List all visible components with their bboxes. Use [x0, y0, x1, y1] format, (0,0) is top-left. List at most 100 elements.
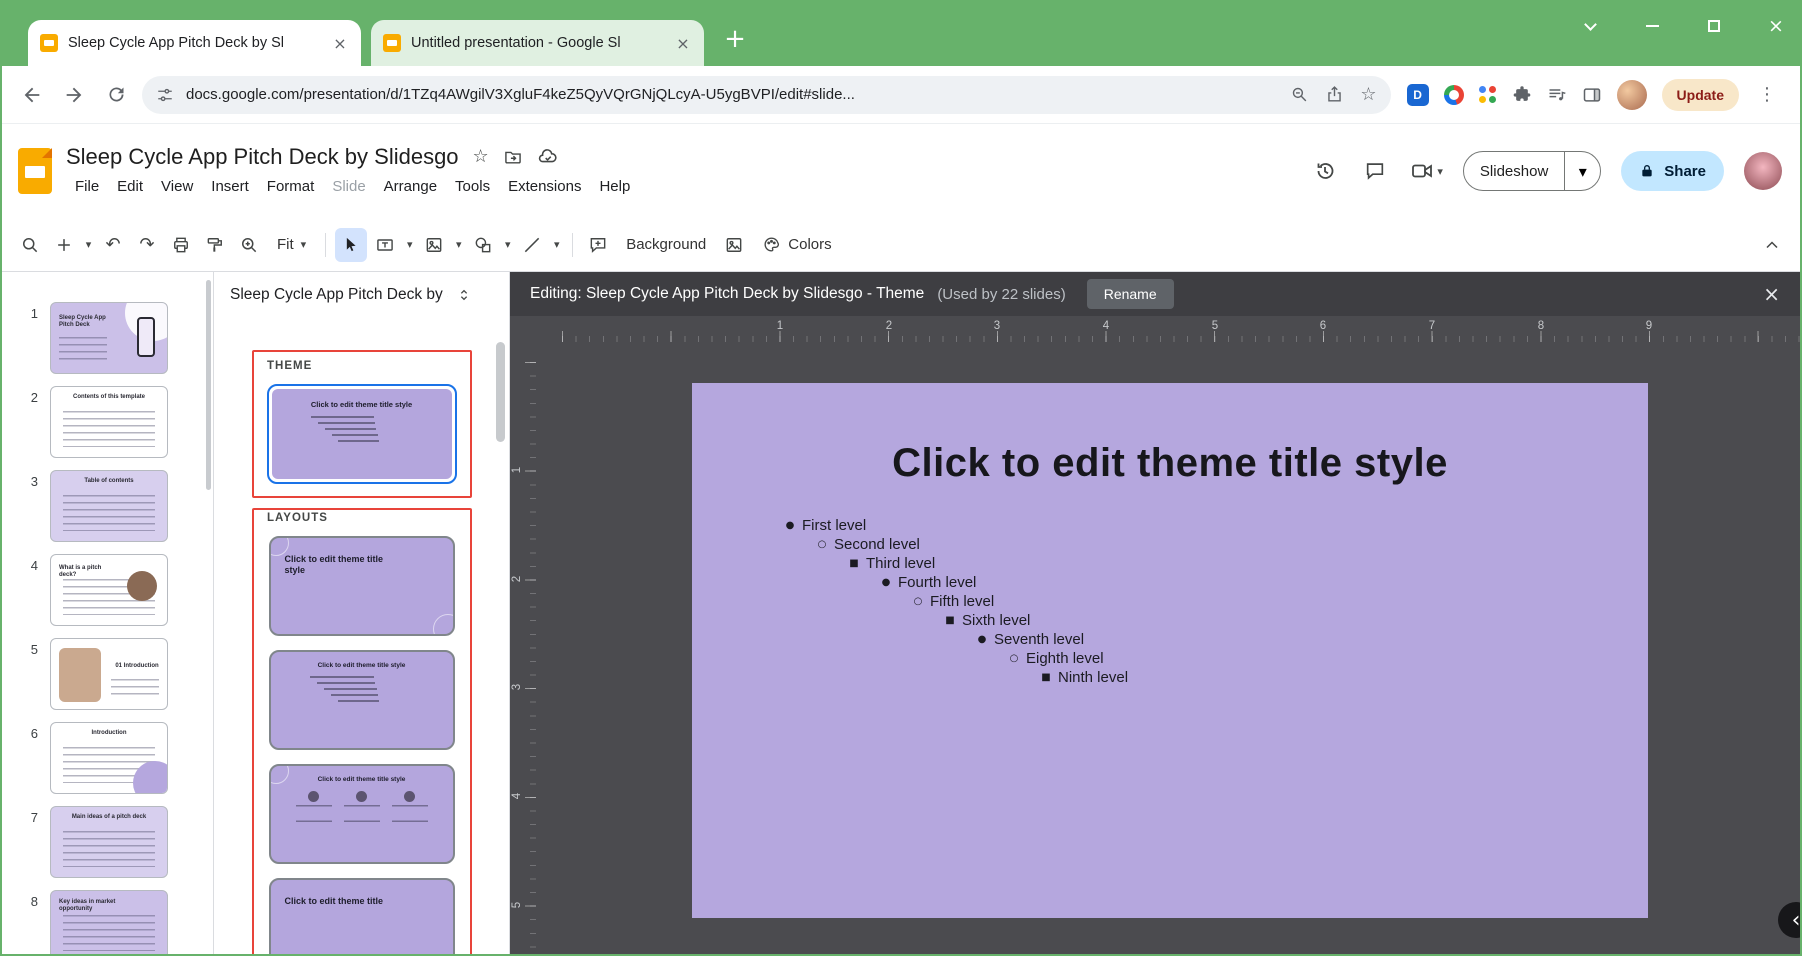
meet-button[interactable]: ▾	[1410, 159, 1443, 183]
print-icon[interactable]	[165, 228, 197, 262]
tab-sleep-cycle[interactable]: Sleep Cycle App Pitch Deck by Sl ×	[28, 20, 361, 66]
text-box-icon[interactable]	[369, 228, 401, 262]
layout-thumbnail-1[interactable]: Click to edit theme title style	[269, 536, 455, 636]
theme-panel-scrollbar[interactable]	[496, 342, 505, 442]
hide-menus-icon[interactable]	[1756, 228, 1788, 262]
theme-panel-header[interactable]: Sleep Cycle App Pitch Deck by Slidesgo	[214, 272, 509, 318]
forward-button[interactable]	[58, 79, 90, 111]
document-title[interactable]: Sleep Cycle App Pitch Deck by Slidesgo	[66, 144, 459, 170]
insert-comment-icon[interactable]	[582, 228, 614, 262]
slide-thumbnail[interactable]: Main ideas of a pitch deck	[50, 806, 168, 878]
slide-thumbnail[interactable]: 01 Introduction	[50, 638, 168, 710]
menu-extensions[interactable]: Extensions	[499, 175, 590, 198]
slide-thumbnail[interactable]: Introduction	[50, 722, 168, 794]
extension-colorful-icon[interactable]	[1479, 86, 1497, 104]
reload-button[interactable]	[100, 79, 132, 111]
menu-tools[interactable]: Tools	[446, 175, 499, 198]
filmstrip-row: 3 Table of contents	[2, 470, 213, 554]
chrome-update-button[interactable]: Update	[1662, 79, 1739, 111]
version-history-icon[interactable]	[1310, 156, 1340, 186]
media-controls-icon[interactable]	[1547, 85, 1567, 105]
theme-master-slide[interactable]: Click to edit theme title style ●First l…	[692, 383, 1648, 918]
menu-file[interactable]: File	[66, 175, 108, 198]
slide-title-placeholder[interactable]: Click to edit theme title style	[692, 383, 1648, 486]
menu-format[interactable]: Format	[258, 175, 324, 198]
tab-untitled-presentation[interactable]: Untitled presentation - Google Sl ×	[371, 20, 704, 66]
move-folder-icon[interactable]	[503, 147, 523, 167]
profile-avatar[interactable]	[1617, 80, 1647, 110]
minimize-button[interactable]	[1642, 16, 1662, 36]
new-slide-dropdown-icon[interactable]: ▾	[82, 238, 95, 251]
url-text: docs.google.com/presentation/d/1TZq4AWgi…	[186, 86, 1278, 103]
image-placeholder-icon[interactable]	[718, 228, 750, 262]
tab-close-icon[interactable]: ×	[674, 34, 692, 53]
menu-help[interactable]: Help	[590, 175, 639, 198]
browser-menu-icon[interactable]: ⋮	[1754, 84, 1780, 105]
share-page-icon[interactable]	[1325, 85, 1344, 104]
bookmark-star-icon[interactable]: ☆	[1360, 86, 1376, 104]
comments-icon[interactable]	[1360, 156, 1390, 186]
tab-close-icon[interactable]: ×	[331, 34, 349, 53]
colors-button[interactable]: Colors	[752, 228, 841, 262]
new-slide-button[interactable]	[48, 228, 80, 262]
undo-icon[interactable]: ↶	[97, 228, 129, 262]
paint-format-icon[interactable]	[199, 228, 231, 262]
extensions-puzzle-icon[interactable]	[1512, 85, 1532, 105]
background-button[interactable]: Background	[616, 228, 716, 262]
slide-thumbnail[interactable]: Key ideas in market opportunity	[50, 890, 168, 954]
slide-thumbnail[interactable]: What is a pitch deck?	[50, 554, 168, 626]
slide-thumbnail[interactable]: Table of contents	[50, 470, 168, 542]
thumbnail-title: 01 Introduction	[115, 663, 159, 670]
theme-master-thumbnail[interactable]: Click to edit theme title style	[267, 384, 457, 484]
zoom-fit-dropdown[interactable]: Fit ▾	[267, 228, 316, 262]
meet-dropdown-icon[interactable]: ▾	[1437, 165, 1443, 178]
slide-thumbnail[interactable]: Contents of this template	[50, 386, 168, 458]
select-tool-icon[interactable]	[335, 228, 367, 262]
slide-body-placeholder[interactable]: ●First level ○Second level ■Third level …	[782, 516, 1648, 687]
insert-line-icon[interactable]	[516, 228, 548, 262]
insert-image-icon[interactable]	[418, 228, 450, 262]
side-panel-icon[interactable]	[1582, 85, 1602, 105]
back-button[interactable]	[16, 79, 48, 111]
extension-d-icon[interactable]: D	[1407, 84, 1429, 106]
unfold-more-icon[interactable]	[456, 287, 472, 303]
filmstrip-scrollbar[interactable]	[206, 280, 211, 490]
maximize-button[interactable]	[1704, 16, 1724, 36]
slideshow-button[interactable]: Slideshow ▾	[1463, 151, 1601, 191]
search-menus-icon[interactable]	[14, 228, 46, 262]
bullet-icon: ●	[878, 577, 894, 588]
close-window-button[interactable]: ×	[1766, 16, 1786, 36]
slides-logo-icon[interactable]	[18, 148, 52, 194]
thumbnail-lines	[63, 495, 155, 531]
close-theme-editor-icon[interactable]: ×	[1763, 284, 1780, 304]
insert-shape-dropdown-icon[interactable]: ▾	[501, 238, 514, 251]
layout-thumbnail-4[interactable]: Click to edit theme title	[269, 878, 455, 954]
site-info-icon[interactable]	[156, 86, 174, 104]
share-button[interactable]: Share	[1621, 151, 1724, 191]
extension-circle-icon[interactable]	[1444, 85, 1464, 105]
account-avatar[interactable]	[1744, 152, 1782, 190]
zoom-tool-icon[interactable]	[233, 228, 265, 262]
star-document-icon[interactable]: ☆	[473, 148, 489, 166]
slide-thumbnail[interactable]: Sleep Cycle App Pitch Deck	[50, 302, 168, 374]
url-bar[interactable]: docs.google.com/presentation/d/1TZq4AWgi…	[142, 76, 1391, 114]
new-tab-button[interactable]: +	[720, 24, 750, 54]
layout-thumbnail-2[interactable]: Click to edit theme title style	[269, 650, 455, 750]
redo-icon[interactable]: ↷	[131, 228, 163, 262]
menu-insert[interactable]: Insert	[202, 175, 258, 198]
menu-edit[interactable]: Edit	[108, 175, 152, 198]
rename-button[interactable]: Rename	[1087, 279, 1174, 309]
insert-shape-icon[interactable]	[467, 228, 499, 262]
insert-image-dropdown-icon[interactable]: ▾	[452, 238, 465, 251]
menu-view[interactable]: View	[152, 175, 202, 198]
insert-line-dropdown-icon[interactable]: ▾	[550, 238, 563, 251]
collapse-panel-button[interactable]: ‹	[1778, 902, 1800, 938]
text-box-dropdown-icon[interactable]: ▾	[403, 238, 416, 251]
slideshow-dropdown-icon[interactable]: ▾	[1564, 152, 1600, 190]
layout-thumbnail-3[interactable]: Click to edit theme title style	[269, 764, 455, 864]
menu-arrange[interactable]: Arrange	[375, 175, 446, 198]
zoom-icon[interactable]	[1290, 85, 1309, 104]
tab-search-chevron-icon[interactable]	[1580, 16, 1600, 36]
slideshow-label[interactable]: Slideshow	[1464, 152, 1564, 190]
menu-slide[interactable]: Slide	[323, 175, 374, 198]
